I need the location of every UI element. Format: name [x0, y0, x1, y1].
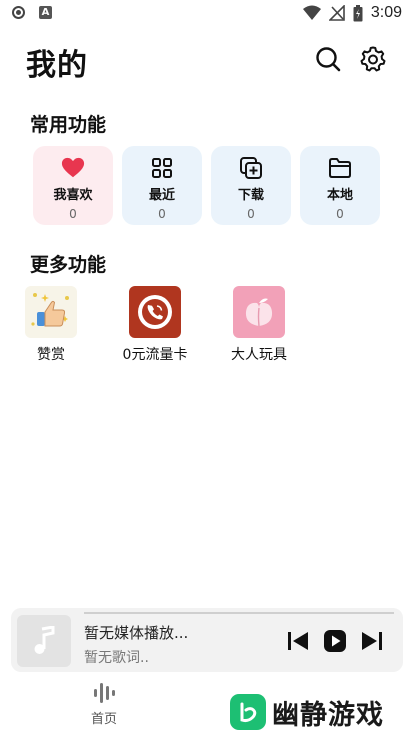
play-button[interactable]: [322, 628, 348, 654]
card-label: 本地: [326, 188, 353, 203]
grid-icon: [152, 158, 172, 178]
signal-icon: [328, 5, 345, 21]
album-cover[interactable]: [17, 615, 71, 667]
skip-next-icon: [362, 632, 382, 650]
record-icon: [12, 6, 25, 19]
watermark-logo-icon: [230, 694, 266, 730]
folder-icon: [329, 158, 351, 178]
card-label: 我喜欢: [53, 188, 93, 203]
favorites-card[interactable]: 我喜欢 0: [33, 146, 113, 225]
more-label: 0元流量卡: [122, 347, 188, 363]
appreciate-item[interactable]: 赞赏: [1, 286, 101, 364]
common-functions: 我喜欢 0 最近 0 下载 0 本地 0: [33, 146, 380, 225]
music-note-icon: [34, 626, 55, 654]
card-label: 最近: [148, 188, 175, 203]
watermark: 幽静游戏: [230, 688, 414, 736]
more-section-title: 更多功能: [30, 254, 107, 276]
downloads-card[interactable]: 下载 0: [211, 146, 291, 225]
common-section-title: 常用功能: [30, 114, 107, 136]
card-count: 0: [69, 207, 77, 221]
local-card[interactable]: 本地 0: [300, 146, 380, 225]
previous-button[interactable]: [285, 628, 311, 654]
card-count: 0: [247, 207, 255, 221]
recent-card[interactable]: 最近 0: [122, 146, 202, 225]
phone-icon: [129, 286, 181, 338]
next-button[interactable]: [359, 628, 385, 654]
play-icon: [324, 630, 346, 652]
download-add-icon: [240, 157, 262, 179]
card-count: 0: [158, 207, 166, 221]
peach-icon: [233, 286, 285, 338]
card-label: 下载: [237, 188, 264, 203]
thumbs-up-icon: [25, 286, 77, 338]
search-button[interactable]: [313, 44, 343, 74]
more-label: 赞赏: [37, 347, 65, 363]
gear-icon: [360, 46, 386, 72]
player-title: 暂无媒体播放...: [84, 624, 189, 642]
free-data-card-item[interactable]: 0元流量卡: [105, 286, 205, 364]
skip-previous-icon: [288, 632, 308, 650]
player-lyric: 暂无歌词..: [84, 650, 149, 666]
search-icon: [316, 47, 341, 72]
nav-home-label: 首页: [90, 712, 117, 727]
more-label: 大人玩具: [231, 347, 287, 363]
mini-player[interactable]: 暂无媒体播放... 暂无歌词..: [11, 608, 403, 672]
sound-wave-icon: [94, 683, 115, 703]
page-title: 我的: [26, 48, 88, 83]
a-badge-icon: A: [39, 6, 52, 19]
player-progress-bar: [84, 612, 394, 614]
watermark-text: 幽静游戏: [272, 699, 384, 731]
adult-toys-item[interactable]: 大人玩具: [209, 286, 309, 364]
settings-button[interactable]: [358, 44, 388, 74]
status-bar: A 3:09: [0, 0, 414, 28]
heart-icon: [61, 157, 85, 178]
nav-home[interactable]: 首页: [78, 682, 130, 727]
battery-icon: [353, 4, 363, 21]
card-count: 0: [336, 207, 344, 221]
wifi-icon: [302, 5, 321, 20]
status-time: 3:09: [370, 4, 402, 21]
